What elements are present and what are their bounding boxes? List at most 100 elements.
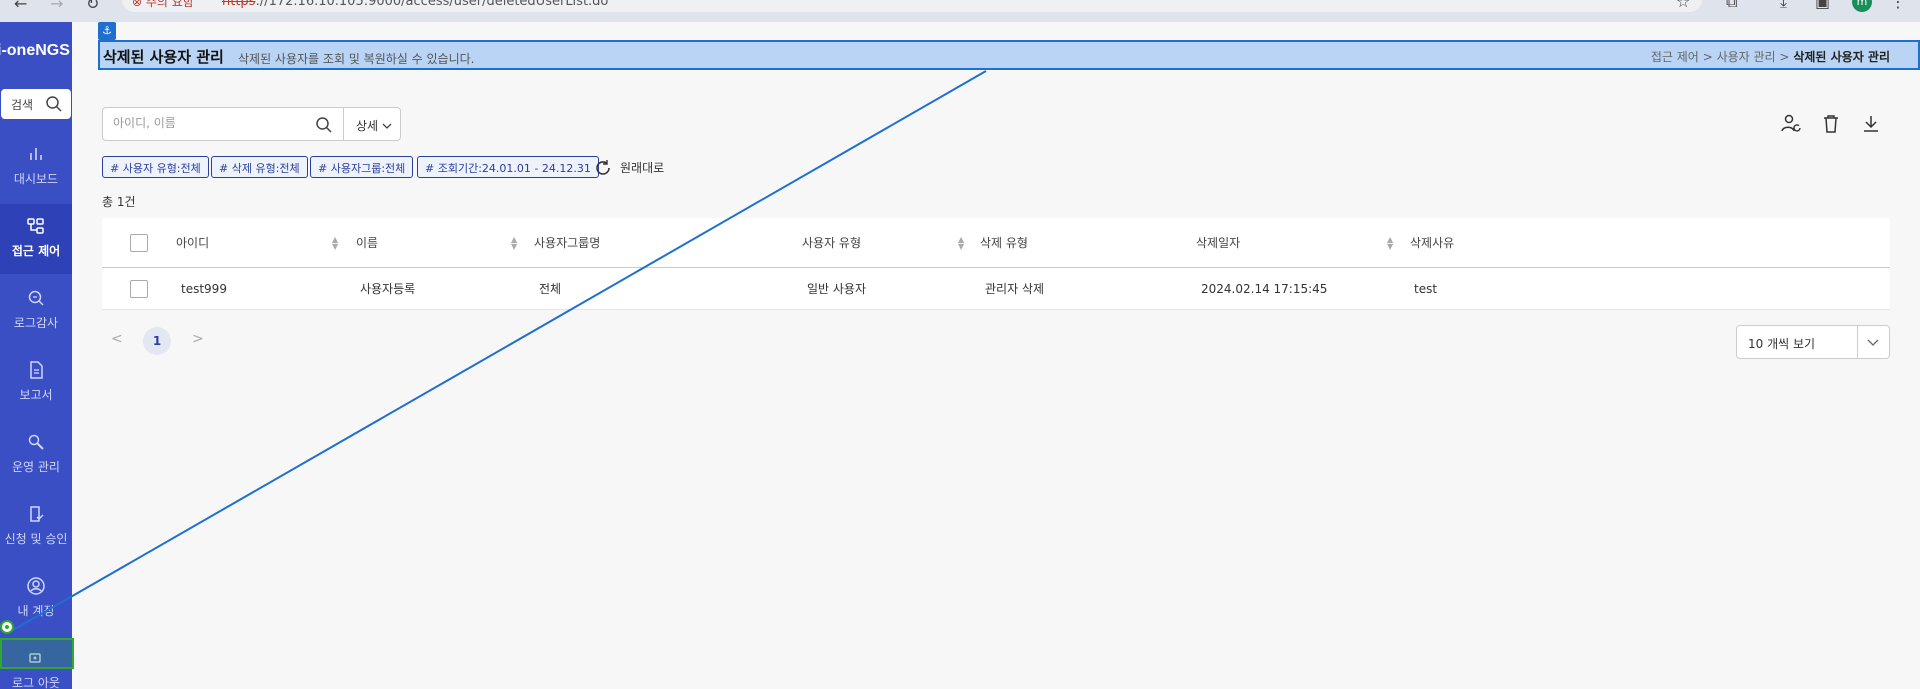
sidebar-item-label: 신청 및 승인 (4, 532, 68, 546)
cell-delete-date: 2024.02.14 17:15:45 (1201, 281, 1328, 296)
cell-user-type: 일반 사용자 (807, 282, 867, 296)
page-description: 삭제된 사용자를 조회 및 복원하실 수 있습니다. (238, 52, 475, 66)
approval-icon (26, 504, 46, 524)
search-icon (45, 95, 63, 116)
delete-button[interactable] (1820, 113, 1842, 135)
user-circle-icon (26, 576, 46, 596)
pagination-page-current[interactable]: 1 (143, 327, 171, 355)
download-icon[interactable]: ⤓ (1780, 0, 1787, 12)
page-title: 삭제된 사용자 관리 (103, 48, 224, 66)
sidebar-item-label: 보고서 (19, 388, 53, 402)
row-checkbox[interactable] (130, 279, 148, 298)
search-input[interactable] (113, 116, 303, 130)
sidebar-item-dashboard[interactable]: 대시보드 (0, 132, 72, 202)
sidebar-item-label: 대시보드 (13, 172, 59, 186)
filter-tag-user-type[interactable]: # 사용자 유형:전체 (102, 156, 209, 178)
chevron-down-icon (1865, 334, 1881, 353)
pagination-next[interactable]: > (192, 331, 204, 347)
browser-toolbar: ← → ↻ ⊗ 주의 요함 https://172.16.10.105:9000… (0, 0, 1920, 22)
column-header-delete-reason[interactable]: 삭제사유 (1410, 218, 1454, 267)
deleted-users-table: 아이디 ▲ ▼ 이름 ▲ ▼ 사용자그룹명 사용자 유형 ▲ ▼ 삭제 유형 삭제일자… (102, 218, 1890, 310)
column-header-name[interactable]: 이름 (356, 218, 378, 267)
cell-id: test999 (181, 281, 227, 296)
pagination-prev[interactable]: < (111, 331, 123, 347)
sort-icon[interactable]: ▲ ▼ (332, 236, 338, 251)
row-checkbox-cell (130, 268, 148, 309)
reset-label: 원래대로 (620, 161, 665, 175)
sidebar-item-label: 운영 관리 (12, 460, 60, 474)
filter-tag-user-group[interactable]: # 사용자그룹:전체 (310, 156, 414, 178)
sidebar-item-label: 로그 아웃 (12, 676, 60, 689)
cell-delete-reason: test (1414, 281, 1438, 296)
download-icon (1860, 113, 1882, 135)
reset-icon (594, 159, 612, 180)
table-header: 아이디 ▲ ▼ 이름 ▲ ▼ 사용자그룹명 사용자 유형 ▲ ▼ 삭제 유형 삭제일자… (102, 218, 1890, 268)
sidebar-item-report[interactable]: 보고서 (0, 348, 72, 418)
table-row[interactable]: test999 사용자등록 전체 일반 사용자 관리자 삭제 2024.02.1… (102, 268, 1890, 310)
sidebar-search-label: 검색 (11, 98, 34, 112)
bookmark-star-icon[interactable]: ☆ (1676, 0, 1690, 11)
download-button[interactable] (1860, 113, 1882, 135)
filter-tag-period[interactable]: # 조회기간:24.01.01 - 24.12.31 (417, 156, 599, 178)
detail-search-label: 상세 (356, 119, 379, 133)
sidebar-item-label: 로그감사 (13, 316, 59, 330)
sidebar: i-oneNGS 검색 대시보드 접근 제어 로그감사 보고서 운영 관리 신청… (0, 22, 72, 689)
column-header-delete-type[interactable]: 삭제 유형 (980, 218, 1028, 267)
select-all-checkbox-cell (130, 218, 148, 267)
url-text[interactable]: https://172.16.10.105:9000/access/user/d… (222, 0, 608, 9)
total-count: 총 1건 (102, 195, 136, 209)
sort-icon[interactable]: ▲ ▼ (511, 236, 517, 251)
sidebar-item-label: 내 계정 (17, 604, 55, 618)
chevron-down-icon (382, 119, 392, 133)
column-header-id[interactable]: 아이디 (176, 218, 209, 267)
filter-tag-delete-type[interactable]: # 삭제 유형:전체 (211, 156, 308, 178)
sidebar-item-label: 접근 제어 (11, 244, 61, 258)
forward-icon[interactable]: → (50, 0, 63, 13)
reload-icon[interactable]: ↻ (86, 0, 99, 13)
profile-avatar[interactable]: m (1852, 0, 1872, 12)
security-warning[interactable]: ⊗ 주의 요함 (132, 0, 194, 10)
cell-group: 전체 (539, 282, 562, 296)
column-header-group[interactable]: 사용자그룹명 (534, 218, 600, 267)
trash-icon (1820, 113, 1842, 135)
sidepanel-icon[interactable]: ▣ (1815, 0, 1830, 11)
sidebar-search[interactable]: 검색 (1, 89, 71, 119)
magnifier-icon (26, 288, 46, 308)
detail-search-button[interactable]: 상세 (343, 107, 401, 141)
page-size-value: 10 개씩 보기 (1748, 337, 1816, 351)
breadcrumb-current: 삭제된 사용자 관리 (1793, 50, 1890, 64)
annotation-line (7, 70, 987, 634)
breadcrumb-item[interactable]: 사용자 관리 (1717, 50, 1776, 64)
back-icon[interactable]: ← (14, 0, 27, 13)
cell-delete-type: 관리자 삭제 (985, 282, 1045, 296)
page-size-select[interactable]: 10 개씩 보기 (1736, 325, 1890, 359)
select-all-checkbox[interactable] (130, 233, 148, 252)
breadcrumb-separator: > (1779, 50, 1790, 64)
document-icon (26, 360, 46, 380)
cell-name: 사용자등록 (360, 282, 416, 296)
sort-icon[interactable]: ▲ ▼ (1387, 236, 1393, 251)
wrench-icon (26, 432, 46, 452)
sidebar-item-access-control[interactable]: 접근 제어 (0, 204, 72, 274)
divider (1857, 326, 1858, 358)
reset-button[interactable]: 원래대로 (594, 159, 664, 176)
target-highlight (0, 638, 74, 669)
search-box (102, 107, 344, 141)
anchor-icon: ⚓ (98, 22, 116, 40)
sidebar-item-requests[interactable]: 신청 및 승인 (0, 492, 72, 562)
column-header-delete-date[interactable]: 삭제일자 (1196, 218, 1240, 267)
search-icon[interactable] (315, 116, 333, 138)
column-header-user-type[interactable]: 사용자 유형 (802, 218, 861, 267)
restore-user-button[interactable] (1780, 113, 1802, 135)
sort-icon[interactable]: ▲ ▼ (958, 236, 964, 251)
restore-user-icon (1780, 113, 1802, 135)
bar-chart-icon (26, 144, 46, 164)
breadcrumb: 접근 제어 > 사용자 관리 > 삭제된 사용자 관리 (1651, 48, 1890, 65)
sidebar-item-log-audit[interactable]: 로그감사 (0, 276, 72, 346)
target-marker-icon (0, 620, 14, 634)
more-menu-icon[interactable]: ⋮ (1890, 0, 1906, 11)
breadcrumb-item[interactable]: 접근 제어 (1651, 50, 1699, 64)
extensions-icon[interactable]: ⧉ (1726, 0, 1737, 12)
sidebar-item-operations[interactable]: 운영 관리 (0, 420, 72, 490)
breadcrumb-separator: > (1702, 50, 1713, 64)
